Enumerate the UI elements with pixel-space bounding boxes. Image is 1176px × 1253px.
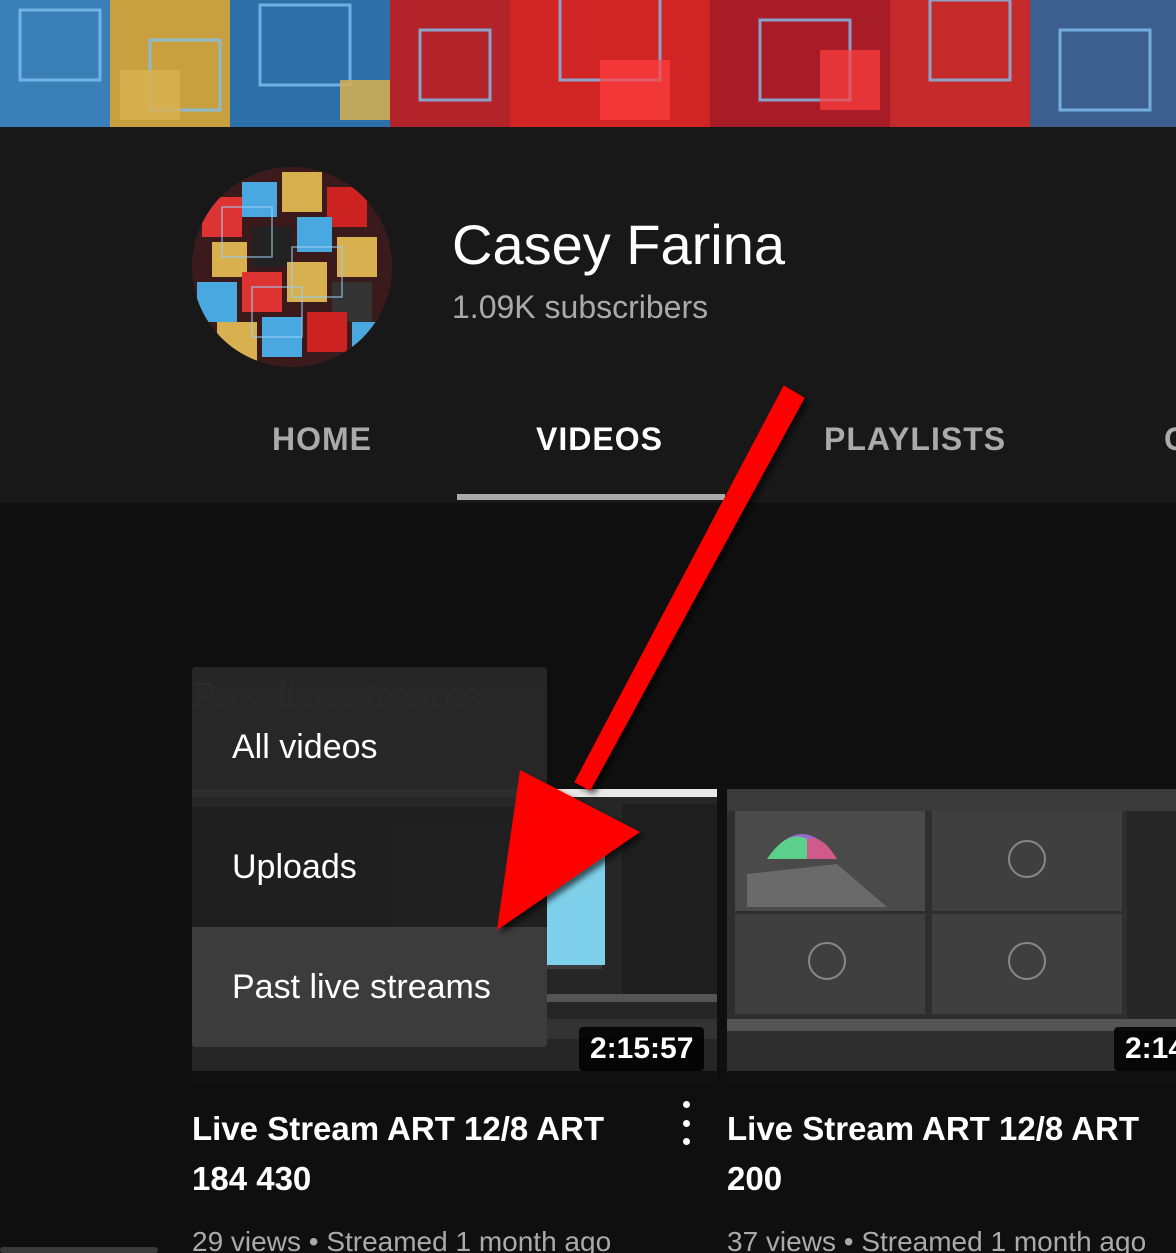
channel-avatar[interactable] [192,167,392,367]
video-title-line: Live Stream ART 12/8 ART [192,1110,605,1147]
meta-separator: • [843,1226,854,1253]
tab-next-partial[interactable]: C [1164,421,1176,458]
active-tab-indicator [457,494,725,500]
dropdown-option-past-live-streams[interactable]: Past live streams [192,927,547,1047]
stream-age: Streamed 1 month ago [861,1226,1147,1253]
tab-playlists[interactable]: PLAYLISTS [824,421,1006,458]
more-actions-icon[interactable] [676,1101,696,1145]
video-duration: 2:14 [1114,1027,1176,1071]
tab-videos[interactable]: VIDEOS [536,421,663,458]
video-duration: 2:15:57 [579,1027,705,1071]
stream-age: Streamed 1 month ago [326,1226,612,1253]
youtube-channel-page: Casey Farina 1.09K subscribers HOME VIDE… [0,0,1176,1253]
dropdown-option-uploads[interactable]: Uploads [192,807,547,927]
video-title-line: 200 [727,1160,783,1197]
meta-separator: • [308,1226,319,1253]
view-count: 29 views [192,1226,301,1253]
view-count: 37 views [727,1226,836,1253]
channel-name: Casey Farina [452,213,786,276]
banner-art [0,0,1176,127]
dropdown-option-all-videos[interactable]: All videos [192,687,547,807]
video-meta: 37 views • Streamed 1 month ago [727,1226,1146,1253]
subscriber-count: 1.09K subscribers [452,289,709,325]
thumbnail-image [727,789,1176,1081]
video-meta: 29 views • Streamed 1 month ago [192,1226,611,1253]
channel-banner [0,0,1176,127]
video-title[interactable]: Live Stream ART 12/8 ART 200 [727,1104,1139,1204]
video-thumbnail[interactable] [727,789,1176,1081]
video-title-line: 184 430 [192,1160,312,1197]
sort-dropdown-menu[interactable]: Past live streams All videos Uploads Pas… [192,667,547,1047]
video-title-line: Live Stream ART 12/8 ART [727,1110,1140,1147]
scrollbar-hint [0,1247,158,1253]
tab-home[interactable]: HOME [272,421,372,458]
avatar-art [192,167,392,367]
video-title[interactable]: Live Stream ART 12/8 ART 184 430 [192,1104,604,1204]
